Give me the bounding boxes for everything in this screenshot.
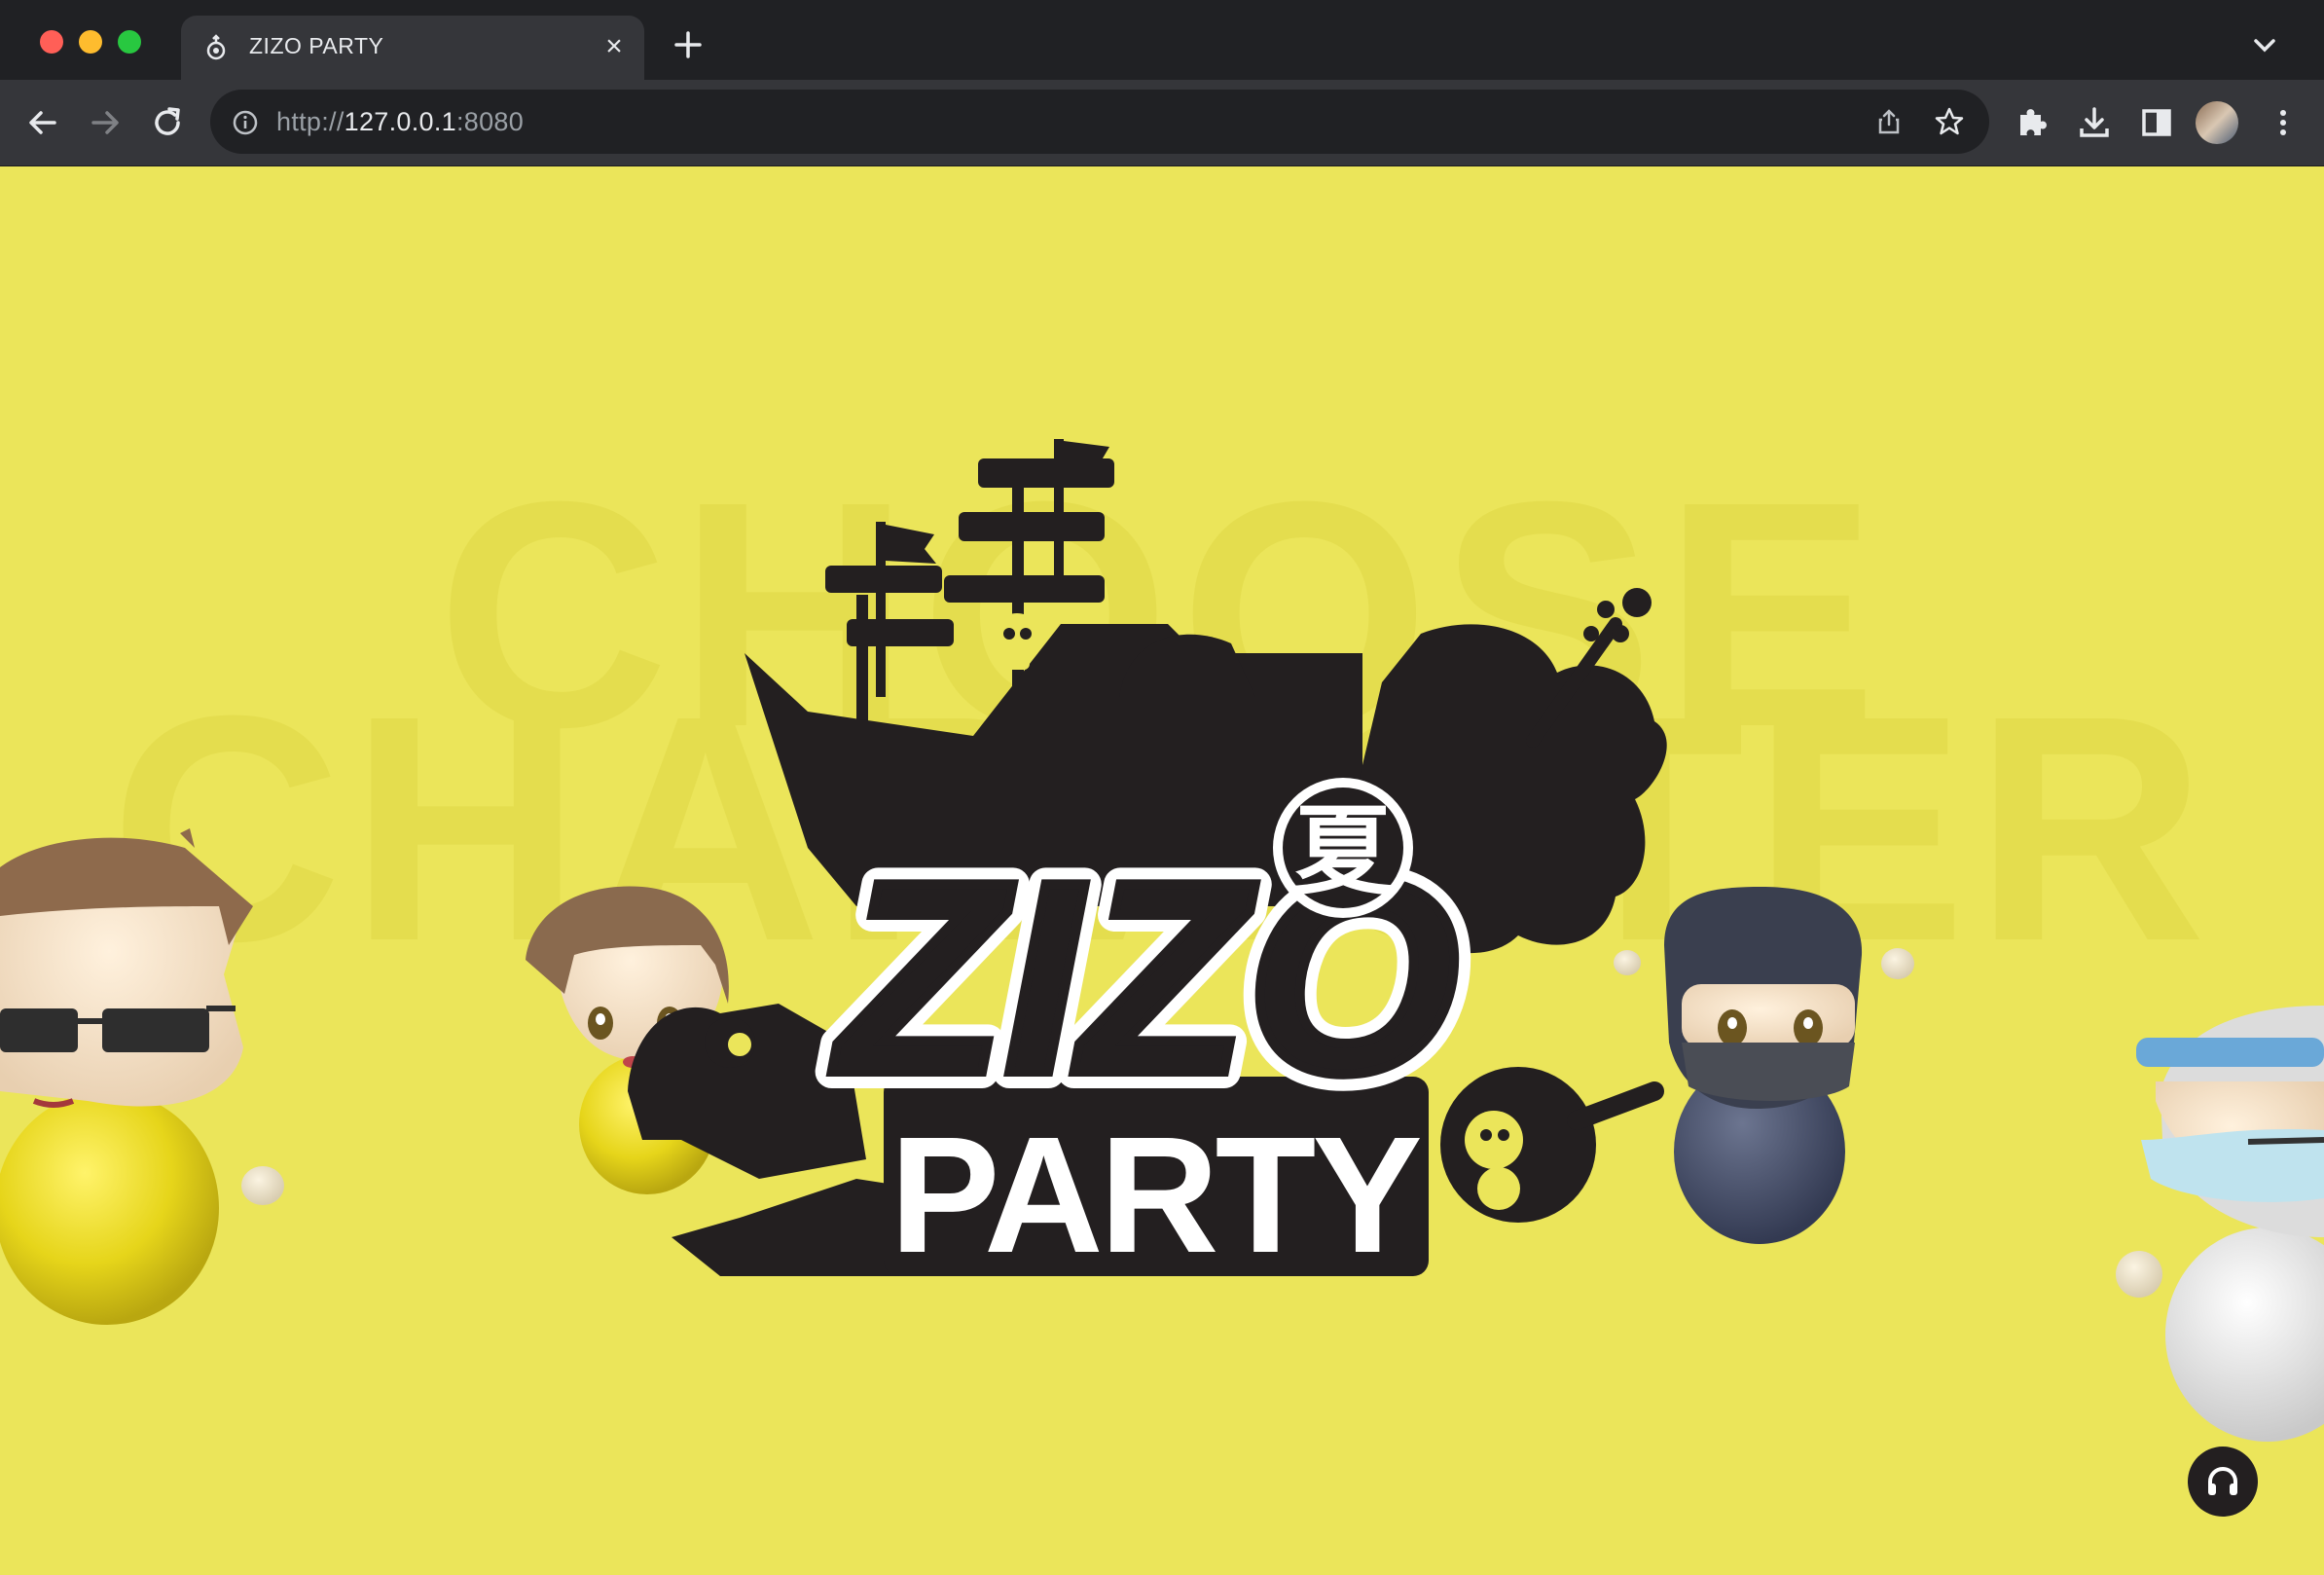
audio-toggle-button[interactable] bbox=[2188, 1447, 2258, 1517]
tab-close-icon[interactable]: × bbox=[599, 32, 629, 61]
maximize-window-button[interactable] bbox=[118, 30, 141, 54]
profile-avatar[interactable] bbox=[2196, 101, 2238, 144]
character-mask[interactable] bbox=[2116, 1006, 2324, 1442]
page-viewport: CHOOSE CHARACTER bbox=[0, 166, 2324, 1575]
share-icon[interactable] bbox=[1874, 107, 1904, 136]
character-sunglasses[interactable] bbox=[0, 828, 284, 1325]
tab-title: ZIZO PARTY bbox=[249, 33, 384, 58]
headphones-icon bbox=[2208, 1467, 2237, 1495]
back-arrow-icon[interactable] bbox=[21, 101, 64, 144]
address-bar[interactable]: http://127.0.0.1:8080 bbox=[210, 90, 1989, 154]
reload-icon[interactable] bbox=[146, 101, 189, 144]
browser-tab-active[interactable]: ZIZO PARTY × bbox=[181, 16, 644, 80]
logo-party-text: PARTY bbox=[890, 1103, 1420, 1288]
url-text: http://127.0.0.1:8080 bbox=[276, 107, 525, 136]
character-scene: ZIZO ZIZO 夏 PARTY bbox=[0, 439, 2324, 1442]
more-vert-icon[interactable] bbox=[2264, 103, 2303, 142]
browser-toolbar: http://127.0.0.1:8080 bbox=[0, 80, 2324, 166]
plus-icon[interactable] bbox=[671, 27, 706, 62]
minimize-window-button[interactable] bbox=[79, 30, 102, 54]
window-titlebar: ZIZO PARTY × bbox=[0, 0, 2324, 80]
info-icon[interactable] bbox=[232, 109, 259, 136]
logo-kanji-text: 夏 bbox=[1294, 794, 1393, 908]
zizo-party-logo: ZIZO ZIZO 夏 PARTY bbox=[628, 439, 1667, 1288]
star-icon[interactable] bbox=[1933, 105, 1966, 138]
puzzle-icon[interactable] bbox=[2013, 103, 2052, 142]
character-ninja[interactable] bbox=[1614, 887, 1914, 1244]
sidepanel-icon[interactable] bbox=[2137, 103, 2176, 142]
close-window-button[interactable] bbox=[40, 30, 63, 54]
forward-arrow-icon[interactable] bbox=[84, 101, 127, 144]
tab-favicon-icon bbox=[206, 34, 226, 60]
download-icon[interactable] bbox=[2075, 103, 2114, 142]
chevron-down-icon[interactable] bbox=[2250, 34, 2279, 57]
